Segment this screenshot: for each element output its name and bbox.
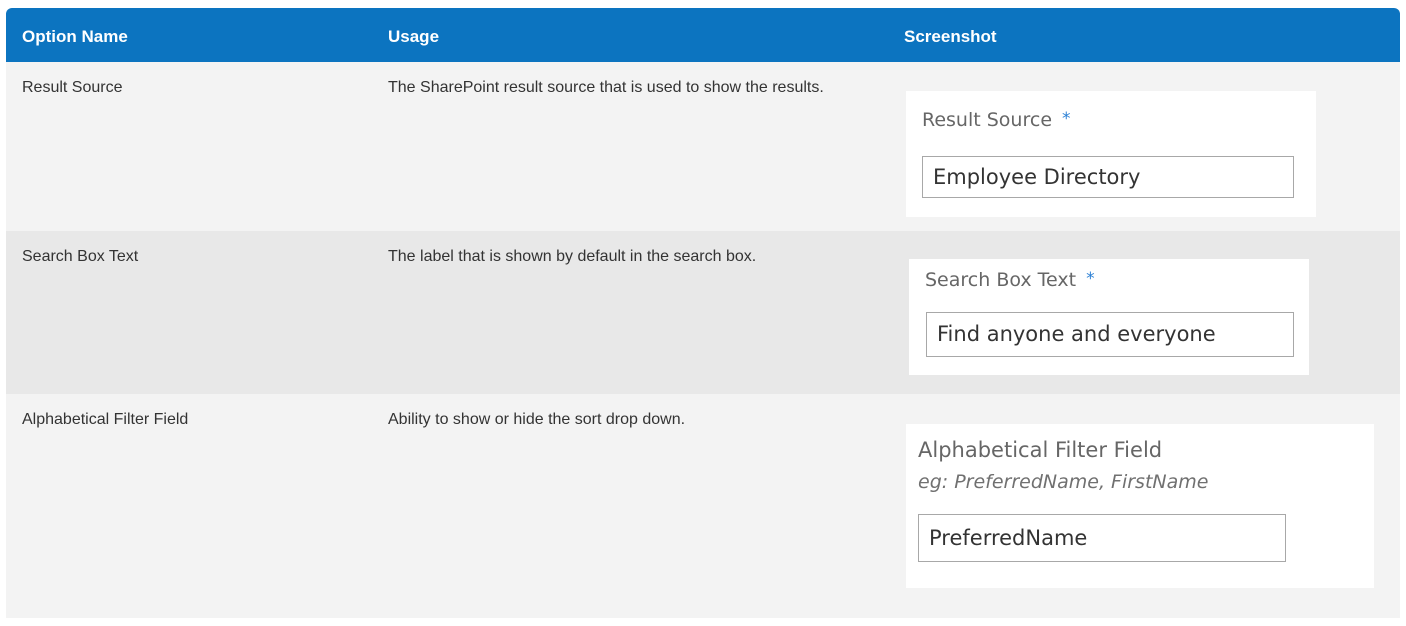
- field-hint: eg: PreferredName, FirstName: [918, 471, 1209, 493]
- option-name: Result Source: [22, 79, 123, 96]
- usage-text: Ability to show or hide the sort drop do…: [388, 411, 686, 428]
- table-row: Search Box Text The label that is shown …: [6, 231, 1400, 394]
- required-asterisk: *: [1086, 269, 1095, 289]
- field-input: Employee Directory: [922, 156, 1294, 198]
- screenshot-search-box-text: Search Box Text * Find anyone and everyon…: [909, 259, 1309, 375]
- options-table: Option Name Usage Screenshot Result Sour…: [6, 8, 1400, 618]
- option-name: Search Box Text: [22, 248, 139, 265]
- field-label-text: Result Source: [922, 109, 1053, 131]
- table-row: Result Source The SharePoint result sour…: [6, 62, 1400, 231]
- field-label: Result Source *: [922, 109, 1071, 131]
- screenshot-alphabetical-filter-field: Alphabetical Filter Field eg: PreferredN…: [906, 424, 1374, 588]
- table-row: Alphabetical Filter Field Ability to sho…: [6, 394, 1400, 618]
- column-header-screenshot: Screenshot: [904, 27, 997, 46]
- usage-text: The SharePoint result source that is use…: [388, 79, 824, 96]
- screenshot-result-source: Result Source * Employee Directory: [906, 91, 1316, 217]
- table-header: Option Name Usage Screenshot: [6, 8, 1400, 62]
- field-label: Search Box Text *: [925, 269, 1095, 291]
- required-asterisk: *: [1062, 109, 1071, 129]
- column-header-option-name: Option Name: [22, 27, 128, 46]
- option-name: Alphabetical Filter Field: [22, 411, 189, 428]
- field-label: Alphabetical Filter Field: [918, 438, 1163, 462]
- field-input: Find anyone and everyone: [926, 312, 1294, 357]
- field-input: PreferredName: [918, 514, 1286, 562]
- usage-text: The label that is shown by default in th…: [388, 248, 757, 265]
- column-header-usage: Usage: [388, 27, 440, 46]
- field-label-text: Search Box Text: [925, 269, 1077, 291]
